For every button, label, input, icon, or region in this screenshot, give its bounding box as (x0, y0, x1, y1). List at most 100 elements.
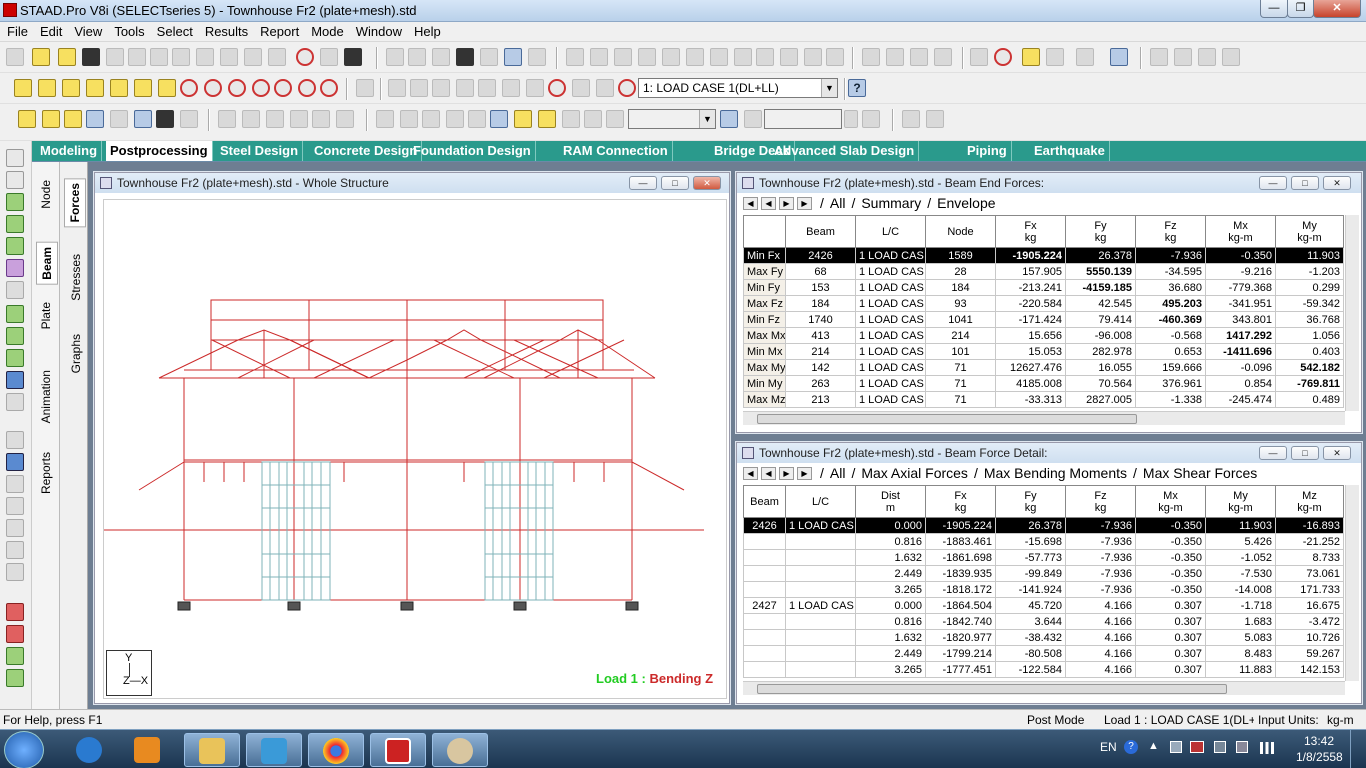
tab-steel-design[interactable]: Steel Design (216, 141, 304, 161)
picture-icon[interactable] (480, 48, 498, 66)
tool-d-icon[interactable] (6, 497, 24, 515)
table-row[interactable]: Max Mz 213 1 LOAD CAS 71 -33.313 2827.005 -1.3… (743, 391, 1344, 408)
magnifier-icon[interactable] (526, 79, 544, 97)
tool-c-icon[interactable] (6, 475, 24, 493)
save-icon[interactable] (82, 48, 100, 66)
select-geometry-icon[interactable] (134, 110, 152, 128)
tool-k-icon[interactable] (6, 669, 24, 687)
table-row[interactable]: Max Fz 184 1 LOAD CAS 93 -220.584 42.545 495.2… (743, 295, 1344, 312)
nav-prev-icon[interactable]: ◀ (761, 467, 776, 480)
clock-time[interactable]: 13:42 (1304, 734, 1334, 748)
menu-tools[interactable]: Tools (107, 22, 149, 39)
my-icon[interactable] (468, 110, 486, 128)
tool-h-icon[interactable] (6, 603, 24, 621)
node-cursor-icon[interactable] (6, 149, 24, 167)
force-detail-close-button[interactable]: ✕ (1323, 446, 1351, 460)
structure-close-button[interactable]: ✕ (693, 176, 721, 190)
menu-results[interactable]: Results (198, 22, 253, 39)
tab-earthquake[interactable]: Earthquake (1030, 141, 1110, 161)
tool-j-icon[interactable] (6, 647, 24, 665)
tray-expand-icon[interactable]: ▲ (1148, 740, 1159, 752)
section-cut-icon[interactable] (548, 79, 566, 97)
window-4-icon[interactable] (1222, 48, 1240, 66)
select-plates-icon[interactable] (64, 110, 82, 128)
menu-mode[interactable]: Mode (304, 22, 349, 39)
minimize-button[interactable]: — (1260, 0, 1288, 18)
physical-cursor-icon[interactable] (6, 281, 24, 299)
camera-icon[interactable] (456, 48, 474, 66)
display-box-icon[interactable] (572, 79, 590, 97)
column-header[interactable]: Fx kg (995, 215, 1066, 248)
taskbar-staad[interactable] (370, 733, 426, 767)
table-row[interactable]: 1.632 -1820.977 -38.432 4.166 0.307 5.083 10.7… (743, 629, 1344, 646)
tab-concrete-design[interactable]: Concrete Design (310, 141, 423, 161)
side-tab-animation[interactable]: Animation (36, 370, 56, 423)
nav-last-icon[interactable]: ▶ (797, 467, 812, 480)
beams-parallel-icon[interactable] (6, 305, 24, 323)
rotate-up-icon[interactable] (180, 79, 198, 97)
column-header[interactable]: Dist m (855, 485, 926, 518)
dim-icon-3[interactable] (266, 110, 284, 128)
column-header[interactable]: Mz kg-m (1275, 485, 1344, 518)
nav-next-icon[interactable]: ▶ (779, 467, 794, 480)
fy-icon[interactable] (400, 110, 418, 128)
table-row[interactable]: Min Fx 2426 1 LOAD CAS 1589 -1905.224 26.378-… (743, 247, 1344, 264)
spin-left-icon[interactable] (274, 79, 292, 97)
force-detail-tab-max-bending-moments[interactable]: Max Bending Moments (981, 465, 1130, 481)
menu-edit[interactable]: Edit (33, 22, 67, 39)
iso-view-icon[interactable] (886, 48, 904, 66)
tab-foundation-design[interactable]: Foundation Design (409, 141, 536, 161)
maximize-button[interactable]: ❐ (1287, 0, 1314, 18)
menu-report[interactable]: Report (253, 22, 304, 39)
plate-cursor-icon[interactable] (6, 193, 24, 211)
signal-icon[interactable] (1260, 742, 1274, 754)
label-icon[interactable] (614, 48, 632, 66)
start-button[interactable] (4, 731, 44, 768)
magnet-icon[interactable] (994, 48, 1012, 66)
nav-last-icon[interactable]: ▶ (797, 197, 812, 210)
structure-maximize-button[interactable]: □ (661, 176, 689, 190)
column-header[interactable]: Fy kg (995, 485, 1066, 518)
load-case-select[interactable]: 1: LOAD CASE 1(DL+LL) ▼ (638, 78, 838, 98)
table-row[interactable]: 2.449 -1839.935 -99.849 -7.936 -0.350 -7.530 7… (743, 565, 1344, 582)
volume-icon[interactable] (1214, 741, 1226, 753)
view-left-icon[interactable] (86, 79, 104, 97)
view-top-icon[interactable] (134, 79, 152, 97)
menu-file[interactable]: File (0, 22, 33, 39)
angle-icon[interactable] (686, 48, 704, 66)
run-analysis-icon[interactable] (296, 48, 314, 66)
query-icon[interactable] (780, 48, 798, 66)
tab-advanced-slab-design[interactable]: Advanced Slab Design (770, 141, 920, 161)
edit-input-icon[interactable] (320, 48, 338, 66)
mesh-icon[interactable] (110, 110, 128, 128)
screen-icon[interactable] (720, 110, 738, 128)
section-icon[interactable] (538, 110, 556, 128)
geometry-cursor-icon[interactable] (6, 259, 24, 277)
force-detail-hscroll[interactable] (743, 681, 1345, 695)
pointer-icon[interactable] (826, 48, 844, 66)
structure-canvas[interactable]: Y Z—X Load 1 : Bending Z (103, 199, 727, 699)
tool-b-icon[interactable] (6, 453, 24, 471)
taskbar-explorer[interactable] (184, 733, 240, 767)
end-forces-minimize-button[interactable]: — (1259, 176, 1287, 190)
language-indicator[interactable]: EN (1100, 740, 1117, 754)
tab-ram-connection[interactable]: RAM Connection (559, 141, 673, 161)
table-row[interactable]: Min Fz 1740 1 LOAD CAS 1041 -171.424 79.414 -4… (743, 311, 1344, 328)
column-header[interactable]: Node (925, 215, 996, 248)
flag-icon[interactable] (1170, 741, 1182, 753)
view-right-icon[interactable] (110, 79, 128, 97)
column-header[interactable]: Mx kg-m (1205, 215, 1276, 248)
force-detail-tab-all[interactable]: All (827, 465, 849, 481)
page-setup-icon[interactable] (408, 48, 426, 66)
disabled-tool-icon[interactable] (6, 393, 24, 411)
tab-piping[interactable]: Piping (963, 141, 1012, 161)
select-x-icon[interactable] (6, 327, 24, 345)
monitor-icon[interactable] (1236, 741, 1248, 753)
menu-select[interactable]: Select (150, 22, 198, 39)
bulb-icon[interactable] (514, 110, 532, 128)
open-recent-icon[interactable] (58, 48, 76, 66)
zoom-dynamic-icon[interactable] (456, 79, 474, 97)
structure-diagram-icon[interactable] (566, 48, 584, 66)
column-header[interactable]: Fz kg (1135, 215, 1206, 248)
zoom-new-window-icon[interactable] (502, 79, 520, 97)
